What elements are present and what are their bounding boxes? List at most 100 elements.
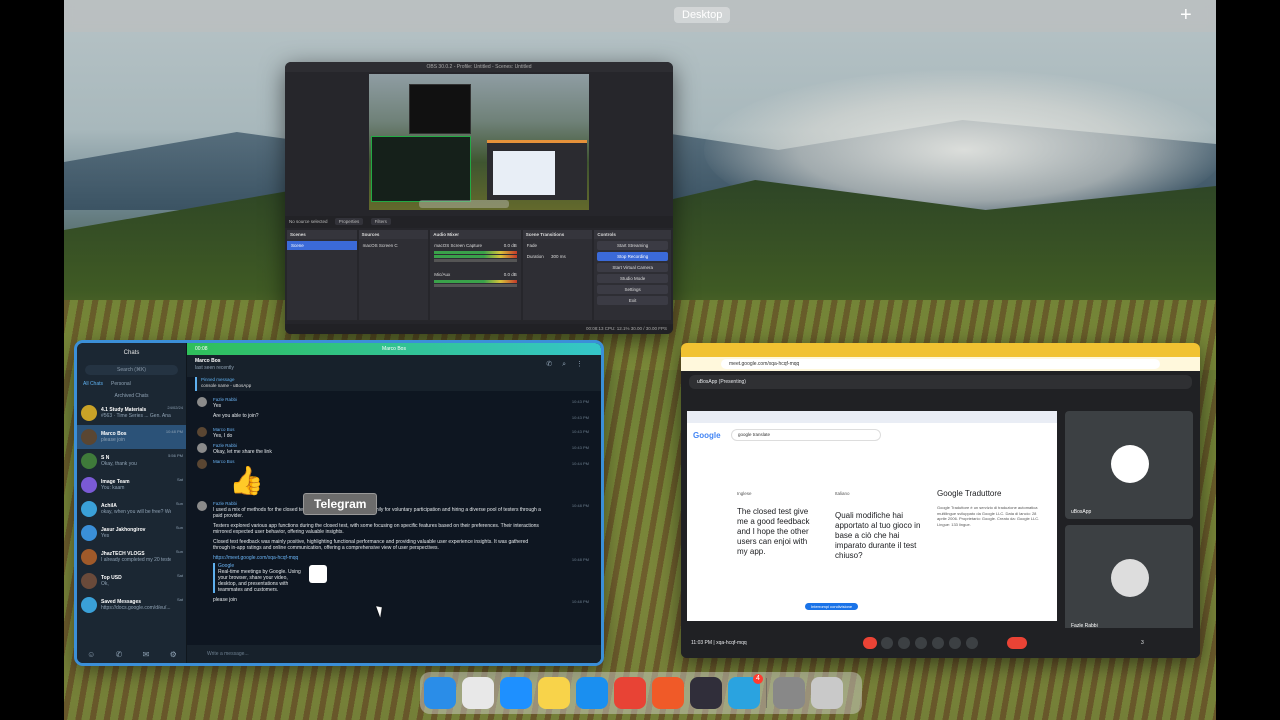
- dock: 4: [420, 672, 862, 714]
- transitions-header: Scene Transitions: [522, 230, 593, 239]
- scene-item[interactable]: Scene: [287, 241, 357, 250]
- stop-sharing-button: Interrompi condivisione: [805, 603, 859, 610]
- message[interactable]: Marco Bos 👍 10:44 PM: [197, 459, 591, 497]
- finder-icon[interactable]: [424, 677, 456, 709]
- duration-input[interactable]: 300 ms: [551, 254, 566, 259]
- exit-button[interactable]: Exit: [597, 296, 668, 305]
- filters-button[interactable]: Filters: [370, 218, 391, 225]
- chat-time: Sun: [175, 549, 183, 554]
- participant-tile-fazle[interactable]: Fazle Rabbi: [1065, 525, 1193, 633]
- chat-preview: please join: [101, 437, 125, 443]
- message-input[interactable]: Write a message...: [187, 645, 601, 663]
- message-time: 10:43 PM: [571, 415, 589, 420]
- chat-list-item[interactable]: Image Team You: kaam Sat: [77, 473, 186, 497]
- window-controls[interactable]: [687, 348, 713, 353]
- message[interactable]: Are you able to join? 10:43 PM: [197, 413, 591, 423]
- archived-chats[interactable]: Archived Chats: [77, 393, 186, 399]
- notes-icon[interactable]: [538, 677, 570, 709]
- message[interactable]: Fazle Rabbi Yes 10:43 PM: [197, 397, 591, 409]
- tab-meet[interactable]: Meet - xqa-hcqf-mqq: [721, 345, 815, 357]
- present-icon[interactable]: [932, 637, 944, 649]
- calls-icon[interactable]: ✆: [116, 650, 123, 659]
- brave-icon[interactable]: [652, 677, 684, 709]
- more-icon[interactable]: ⋮: [576, 361, 593, 368]
- presenting-banner: uBosApp (Presenting): [689, 375, 1192, 389]
- message[interactable]: Fazle Rabbi I used a mix of methods for t…: [197, 501, 591, 519]
- controls-dock: Controls Start Streaming Stop Recording …: [594, 230, 671, 320]
- participants-count[interactable]: 3: [1141, 628, 1144, 658]
- camera-icon[interactable]: [881, 637, 893, 649]
- chat-title[interactable]: Marco Bos: [195, 358, 593, 365]
- settings-icon[interactable]: ⚙: [170, 650, 177, 659]
- chat-list-item[interactable]: S N Okay, thank you 5:56 PM: [77, 449, 186, 473]
- launchpad-icon[interactable]: [462, 677, 494, 709]
- message[interactable]: https://meet.google.com/xqa-hcqf-mqq Goo…: [197, 555, 591, 593]
- chat-list-item[interactable]: Marco Bos please join 10:48 PM: [77, 425, 186, 449]
- search-icon[interactable]: ⌕: [562, 361, 576, 368]
- active-call-bar[interactable]: 00:08 Marco Bos: [187, 343, 601, 355]
- link-preview[interactable]: Google Real-time meetings by Google. Usi…: [213, 563, 327, 593]
- pinned-message[interactable]: Pinned message console name - uBosApp: [195, 377, 601, 391]
- participant-tile-ubosapp[interactable]: uBosApp: [1065, 411, 1193, 519]
- start-streaming-button[interactable]: Start Streaming: [597, 241, 668, 250]
- chrome-icon[interactable]: [614, 677, 646, 709]
- mixer-ch1-db: 0.0 dB: [503, 243, 517, 248]
- leave-call-button[interactable]: [1007, 637, 1027, 649]
- chat-list-item[interactable]: Saved Messages https://docs.google.com/d/…: [77, 593, 186, 617]
- phone-icon[interactable]: ✆: [546, 361, 562, 368]
- properties-button[interactable]: Properties: [334, 218, 364, 225]
- telegram-window[interactable]: Chats Search (⌘K) All Chats Personal Arc…: [74, 340, 604, 666]
- controls-header: Controls: [594, 230, 671, 239]
- message[interactable]: please join 10:48 PM: [197, 597, 591, 607]
- chat-list-item[interactable]: JhazTECH VLOGS I already completed my 20 …: [77, 545, 186, 569]
- telegram-icon[interactable]: 4: [728, 674, 763, 709]
- message[interactable]: Closed test feedback was mainly positive…: [197, 539, 591, 551]
- studio-mode-button[interactable]: Studio Mode: [597, 274, 668, 283]
- obs-icon[interactable]: [690, 677, 722, 709]
- downloads-icon[interactable]: [773, 677, 805, 709]
- message-text: Closed test feedback was mainly positive…: [213, 539, 529, 551]
- virtual-camera-button[interactable]: Start Virtual Camera: [597, 263, 668, 272]
- raise-hand-icon[interactable]: [949, 637, 961, 649]
- obs-window[interactable]: OBS 30.0.2 - Profile: Untitled - Scenes:…: [285, 62, 673, 334]
- contacts-icon[interactable]: ☺: [87, 650, 95, 659]
- search-input[interactable]: Search (⌘K): [85, 365, 178, 375]
- address-bar[interactable]: meet.google.com/xqa-hcqf-mqq: [721, 359, 1160, 369]
- chat-time: 5:56 PM: [168, 453, 183, 458]
- chrome-window[interactable]: Meet - xqa-hcqf-mqq meet.google.com/xqa-…: [681, 343, 1200, 658]
- add-space-button[interactable]: +: [1180, 5, 1192, 25]
- meet-controls: 11:03 PM | xqa-hcqf-mqq 3: [681, 628, 1200, 658]
- google-search-box: google translate: [731, 429, 881, 441]
- desktop-space-label[interactable]: Desktop: [674, 7, 731, 23]
- chat-list-item[interactable]: AchilAokay, when you will be free? We wi…: [77, 497, 186, 521]
- chat-list-item[interactable]: Jasur Jakhongirov Yes Sun: [77, 521, 186, 545]
- stop-recording-button[interactable]: Stop Recording: [597, 252, 668, 261]
- tab-all-chats[interactable]: All Chats: [83, 381, 103, 387]
- message[interactable]: Testers explored various app functions d…: [197, 523, 591, 535]
- mixer-ch2-db: 0.0 dB: [503, 272, 517, 277]
- chat-preview: I already completed my 20 tester for fre…: [101, 557, 171, 563]
- emoji-icon[interactable]: [915, 637, 927, 649]
- volume-slider[interactable]: [434, 284, 517, 287]
- preview-sheet: [493, 151, 555, 195]
- more-options-icon[interactable]: [966, 637, 978, 649]
- settings-button[interactable]: Settings: [597, 285, 668, 294]
- app-store-icon[interactable]: [576, 677, 608, 709]
- message-link[interactable]: https://meet.google.com/xqa-hcqf-mqq: [213, 555, 543, 561]
- chat-list-item[interactable]: 4.1 Study Materials #563 · Time Series ..…: [77, 401, 186, 425]
- chat-list-item[interactable]: Top USD Ok, Sat: [77, 569, 186, 593]
- safari-icon[interactable]: [500, 677, 532, 709]
- volume-slider[interactable]: [434, 259, 517, 262]
- source-item[interactable]: macOS Screen C: [359, 241, 429, 250]
- mic-off-icon[interactable]: [863, 637, 877, 649]
- chats-icon[interactable]: ✉: [143, 650, 150, 659]
- captions-icon[interactable]: [898, 637, 910, 649]
- window-title-tooltip: Telegram: [303, 493, 378, 515]
- mixer-header: Audio Mixer: [430, 230, 521, 239]
- transition-select[interactable]: Fade: [523, 241, 593, 250]
- message[interactable]: Fazle Rabbi Okay, let me share the link 10…: [197, 443, 591, 455]
- obs-preview[interactable]: [369, 74, 589, 210]
- trash-icon[interactable]: [811, 677, 843, 709]
- tab-personal[interactable]: Personal: [111, 381, 131, 387]
- message[interactable]: Marco Bos Yes, I do 10:43 PM: [197, 427, 591, 439]
